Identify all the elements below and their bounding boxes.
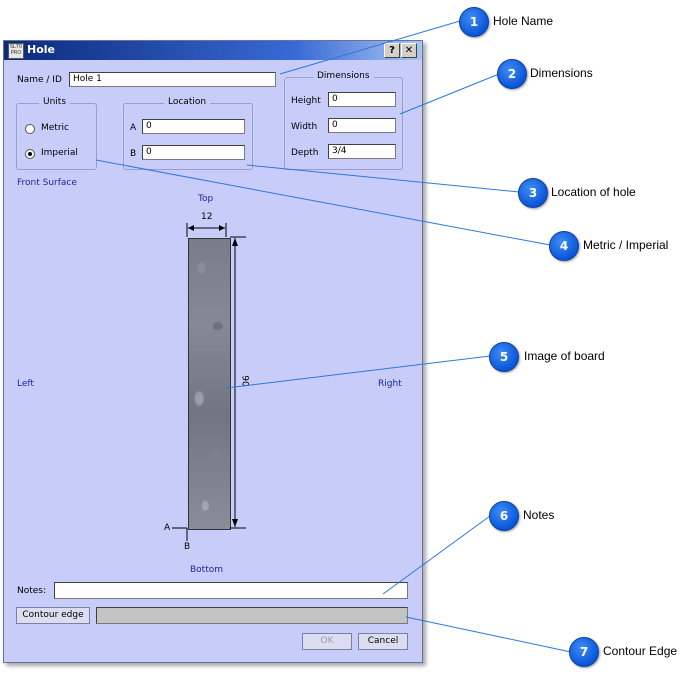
callout-1: 1 <box>459 7 489 37</box>
callout-1-label: Hole Name <box>493 14 554 28</box>
callout-5: 5 <box>489 342 519 372</box>
callout-5-label: Image of board <box>524 349 605 363</box>
callout-2: 2 <box>497 59 527 89</box>
callout-leader-lines <box>95 20 572 653</box>
callout-2-label: Dimensions <box>530 66 593 80</box>
callout-7-label: Contour Edge <box>603 644 678 658</box>
callout-4-label: Metric / Imperial <box>583 238 669 252</box>
callout-3-label: Location of hole <box>551 185 636 199</box>
callout-7: 7 <box>569 637 599 667</box>
callout-4: 4 <box>549 231 579 261</box>
callout-6-label: Notes <box>523 508 555 522</box>
callout-6: 6 <box>489 501 519 531</box>
callout-3: 3 <box>518 178 548 208</box>
